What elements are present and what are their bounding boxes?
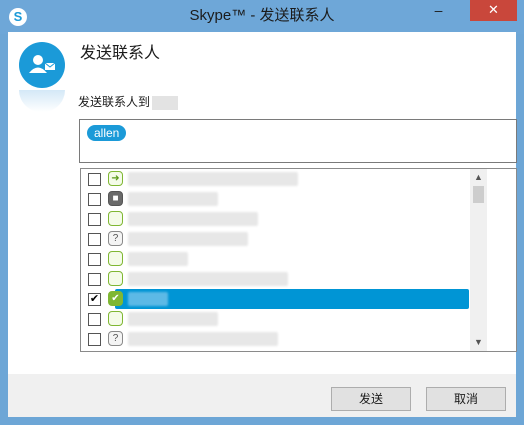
selection-highlight — [115, 289, 469, 309]
contact-checkbox[interactable] — [88, 313, 101, 326]
contact-checkbox[interactable] — [88, 253, 101, 266]
skype-send-contacts-window: S Skype™ - 发送联系人 – ✕ 发送联系人 发送联系人到 allen — [0, 0, 524, 425]
button-bar: 发送 取消 — [8, 374, 516, 417]
redacted-contact-name — [128, 252, 188, 266]
dialog-body: 发送联系人 发送联系人到 allen ➜ ■? ✔ ✔? ▲ ▼ 发送 取消 — [8, 32, 517, 417]
recipient-chip[interactable]: allen — [87, 125, 127, 141]
title-bar[interactable]: S Skype™ - 发送联系人 – ✕ — [0, 0, 524, 34]
redacted-contact-name — [128, 312, 218, 326]
contact-row[interactable]: ➜ — [81, 169, 469, 189]
minimize-button[interactable]: – — [425, 0, 452, 21]
contact-row[interactable]: ■ — [81, 189, 469, 209]
presence-forward-icon: ➜ — [108, 171, 123, 186]
presence-online-icon — [108, 251, 123, 266]
recipient-field[interactable]: allen — [79, 119, 517, 163]
scroll-down-icon[interactable]: ▼ — [470, 334, 487, 351]
send-to-text: 发送联系人到 — [78, 95, 151, 109]
presence-online-icon — [108, 311, 123, 326]
redacted-contact-name — [128, 272, 288, 286]
contact-row[interactable]: ? — [81, 329, 469, 349]
redacted-contact-name — [128, 172, 298, 186]
contact-row[interactable] — [81, 249, 469, 269]
presence-online-icon — [108, 271, 123, 286]
contact-row[interactable] — [81, 269, 469, 289]
redacted-contact-name — [128, 212, 258, 226]
dialog-heading: 发送联系人 — [80, 45, 161, 62]
contact-checkbox[interactable] — [88, 213, 101, 226]
scrollbar-thumb[interactable] — [473, 186, 484, 203]
contact-checkbox[interactable] — [88, 193, 101, 206]
presence-unknown-icon: ? — [108, 231, 123, 246]
redacted-recipient — [152, 95, 179, 110]
scroll-up-icon[interactable]: ▲ — [470, 169, 487, 186]
contact-row[interactable] — [81, 309, 469, 329]
contact-checkbox[interactable] — [88, 233, 101, 246]
contact-checkbox[interactable]: ✔ — [88, 293, 101, 306]
presence-online-icon — [108, 211, 123, 226]
contact-row[interactable]: ? — [81, 229, 469, 249]
contact-row[interactable]: ✔ ✔ — [81, 289, 469, 309]
contact-list[interactable]: ➜ ■? ✔ ✔? ▲ ▼ — [80, 168, 517, 352]
redacted-contact-name — [128, 332, 278, 346]
redacted-contact-name — [128, 192, 218, 206]
contact-checkbox[interactable] — [88, 273, 101, 286]
redacted-contact-name — [128, 292, 168, 306]
contact-checkbox[interactable] — [88, 173, 101, 186]
send-to-label: 发送联系人到 — [78, 93, 179, 110]
send-button[interactable]: 发送 — [331, 387, 411, 411]
presence-check-icon: ✔ — [108, 291, 123, 306]
contact-checkbox[interactable] — [88, 333, 101, 346]
presence-dark-icon: ■ — [108, 191, 123, 206]
cancel-button[interactable]: 取消 — [426, 387, 506, 411]
contact-avatar-icon — [19, 42, 65, 88]
avatar-reflection — [19, 90, 65, 112]
scrollbar[interactable]: ▲ ▼ — [470, 169, 487, 351]
redacted-contact-name — [128, 232, 248, 246]
contact-row[interactable] — [81, 209, 469, 229]
presence-unknown-icon: ? — [108, 331, 123, 346]
close-button[interactable]: ✕ — [470, 0, 517, 21]
contact-send-icon — [19, 42, 65, 112]
